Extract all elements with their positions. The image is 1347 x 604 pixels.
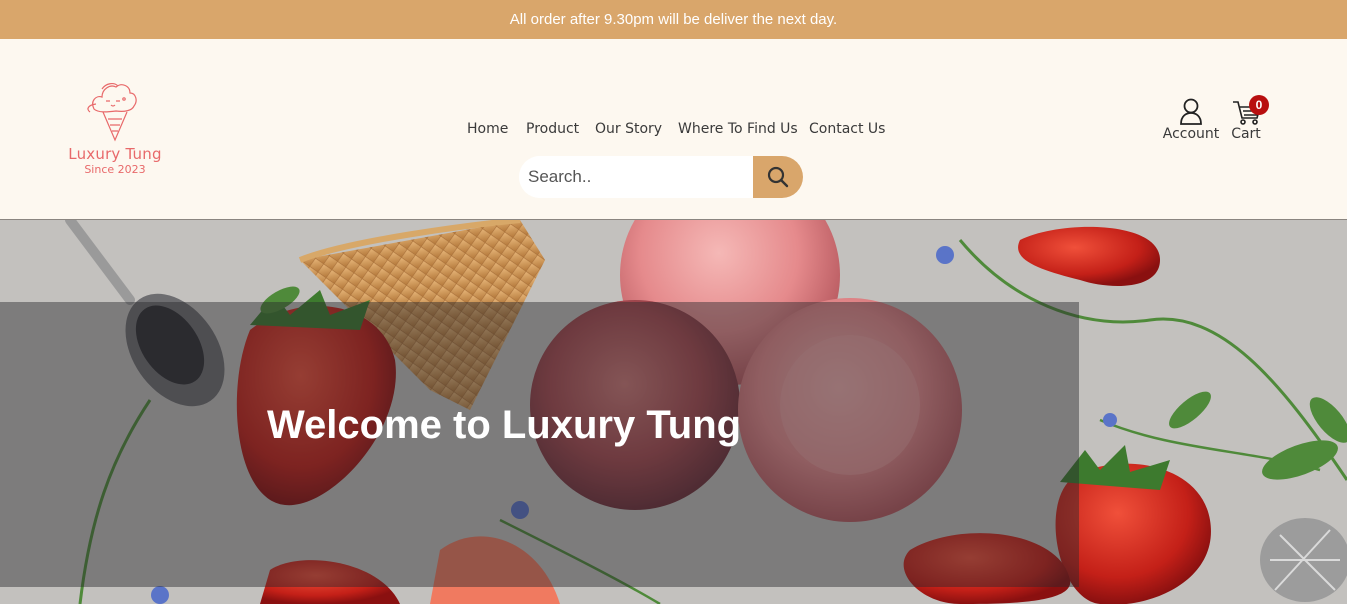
hero-heading: Welcome to Luxury Tung xyxy=(267,403,742,447)
brand-name: Luxury Tung xyxy=(68,145,162,163)
cart-link[interactable]: 0 Cart xyxy=(1228,94,1274,146)
announcement-bar: All order after 9.30pm will be deliver t… xyxy=(0,0,1347,39)
nav-where-to-find-us[interactable]: Where To Find Us xyxy=(678,121,798,137)
nav-home[interactable]: Home xyxy=(467,121,508,137)
account-label: Account xyxy=(1162,126,1220,142)
search-input[interactable] xyxy=(519,156,753,198)
site-header: Luxury Tung Since 2023 Home Product Our … xyxy=(0,39,1347,220)
search-icon xyxy=(767,166,789,188)
nav-product[interactable]: Product xyxy=(526,121,579,137)
brand-tagline: Since 2023 xyxy=(84,163,146,176)
main-nav: Home Product Our Story Where To Find Us … xyxy=(0,121,1347,141)
announcement-text: All order after 9.30pm will be deliver t… xyxy=(509,11,838,28)
nav-contact-us[interactable]: Contact Us xyxy=(809,121,885,137)
search-button[interactable] xyxy=(753,156,803,198)
nav-our-story[interactable]: Our Story xyxy=(595,121,662,137)
cart-label: Cart xyxy=(1231,126,1261,142)
search-bar xyxy=(519,156,803,198)
hero-banner: Welcome to Luxury Tung xyxy=(0,220,1347,604)
account-link[interactable]: Account xyxy=(1160,97,1222,145)
user-icon xyxy=(1180,98,1202,125)
cart-count-badge: 0 xyxy=(1249,95,1269,115)
